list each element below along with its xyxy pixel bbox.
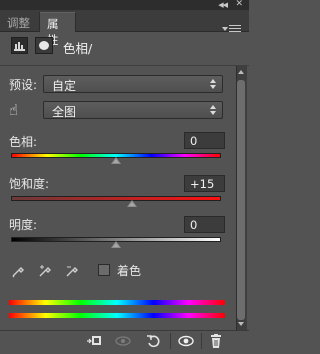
colorize-checkbox[interactable] xyxy=(98,264,110,276)
toolbar-separator xyxy=(201,333,202,349)
toolbar-separator xyxy=(170,333,171,349)
lightness-label: 明度: xyxy=(9,218,38,232)
preset-label: 预设: xyxy=(9,78,38,92)
clip-to-layer-icon[interactable] xyxy=(86,333,104,349)
saturation-input[interactable]: +15 xyxy=(184,175,225,192)
select-arrows-icon xyxy=(210,79,217,89)
scrollbar-thumb[interactable] xyxy=(237,80,245,320)
channel-value: 全图 xyxy=(52,105,77,119)
eyedropper-icon[interactable] xyxy=(11,264,25,278)
panel-title-strip: ◀◀ ✕ xyxy=(0,0,249,10)
trash-icon[interactable] xyxy=(207,333,225,349)
reset-icon[interactable] xyxy=(145,333,163,349)
collapse-panel-icon[interactable]: ◀◀ xyxy=(218,1,228,9)
panel-menu-icon[interactable] xyxy=(222,25,241,34)
hue-label: 色相: xyxy=(9,135,38,149)
saturation-label: 饱和度: xyxy=(9,177,50,191)
colorize-label: 着色 xyxy=(117,264,142,278)
scroll-down-icon[interactable] xyxy=(238,322,244,326)
tab-properties[interactable]: 属性 xyxy=(40,12,76,47)
header-divider xyxy=(0,65,249,66)
scroll-up-icon[interactable] xyxy=(238,70,244,74)
properties-panel: ◀◀ ✕ 调整 属性 色相/ 预设: 自定 ☝ 全图 色相: 0 饱和度: +1… xyxy=(0,0,249,354)
targeted-adjustment-hand-icon[interactable]: ☝ xyxy=(9,103,18,118)
result-spectrum-bar xyxy=(9,313,225,318)
view-previous-state-icon[interactable] xyxy=(114,333,132,349)
source-spectrum-bar xyxy=(9,300,225,305)
hue-input[interactable]: 0 xyxy=(184,132,225,149)
preset-select[interactable]: 自定 xyxy=(43,75,223,93)
lightness-input[interactable]: 0 xyxy=(184,216,225,233)
eyedropper-add-icon[interactable] xyxy=(38,264,52,278)
adjustment-title: 色相/ xyxy=(63,41,93,56)
tab-bar: 调整 属性 xyxy=(0,10,249,47)
tab-adjustments[interactable]: 调整 xyxy=(0,12,40,32)
select-arrows-icon xyxy=(210,105,217,115)
levels-adjustment-icon[interactable] xyxy=(11,37,28,54)
saturation-slider-track[interactable] xyxy=(11,196,221,201)
layer-mask-icon[interactable] xyxy=(35,37,53,54)
lightness-slider-thumb[interactable] xyxy=(111,241,121,248)
visibility-eye-icon[interactable] xyxy=(177,333,195,349)
close-panel-icon[interactable]: ✕ xyxy=(235,0,243,9)
eyedropper-subtract-icon[interactable] xyxy=(65,264,79,278)
channel-select[interactable]: 全图 xyxy=(43,101,223,119)
saturation-slider-thumb[interactable] xyxy=(126,200,137,207)
hue-slider-thumb[interactable] xyxy=(111,157,121,164)
preset-value: 自定 xyxy=(52,79,77,93)
